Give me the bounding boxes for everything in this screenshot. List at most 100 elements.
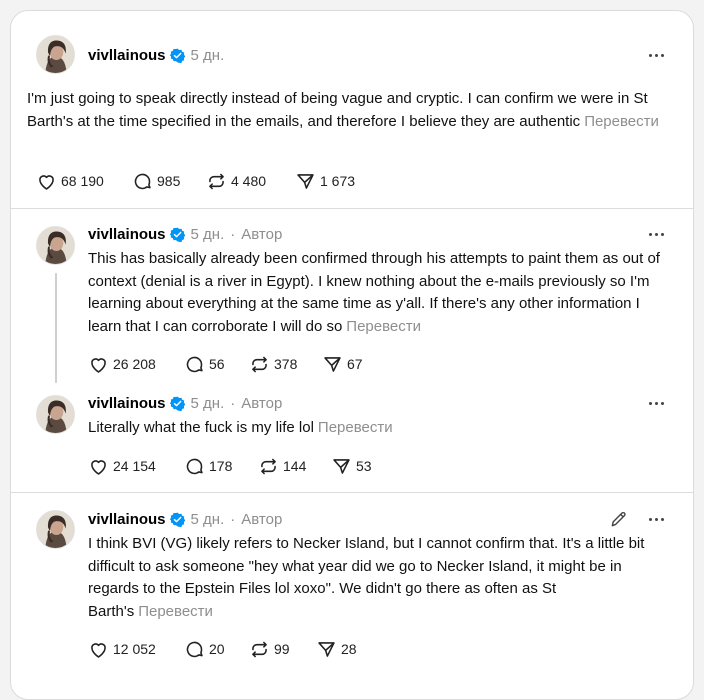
post-time[interactable]: 5 дн.: [191, 395, 225, 412]
post-actions: 68 190 985 4 480 1 673: [36, 170, 636, 192]
verified-badge-icon: [169, 512, 185, 527]
more-options-icon[interactable]: [645, 393, 667, 413]
share-button[interactable]: 67: [322, 354, 363, 375]
repost-button[interactable]: 99: [249, 639, 290, 660]
comment-icon: [134, 173, 151, 189]
like-button[interactable]: 68 190: [36, 171, 104, 192]
divider: [11, 492, 693, 493]
post-header: vivllainous 5 дн.: [88, 45, 224, 65]
separator-dot: ·: [230, 394, 236, 412]
repost-count: 144: [283, 458, 307, 474]
username[interactable]: vivllainous: [88, 395, 166, 412]
share-button[interactable]: 1 673: [295, 171, 355, 192]
edit-pencil-icon[interactable]: [609, 509, 629, 529]
comment-count: 178: [209, 458, 233, 474]
post-time[interactable]: 5 дн.: [191, 47, 225, 64]
repost-button[interactable]: 144: [258, 456, 306, 477]
repost-button[interactable]: 4 480: [206, 171, 266, 192]
avatar-image: [37, 36, 74, 73]
author-label: Автор: [241, 225, 283, 243]
share-icon: [318, 641, 335, 657]
post-text: This has basically already been confirme…: [88, 248, 667, 338]
thread-line: [55, 273, 57, 383]
more-options-icon[interactable]: [645, 224, 667, 244]
avatar[interactable]: [36, 35, 75, 74]
comment-icon: [186, 356, 203, 372]
repost-icon: [209, 173, 224, 189]
post-actions: 26 208 56 378 67: [88, 353, 648, 375]
share-icon: [333, 458, 350, 474]
comment-icon: [186, 641, 203, 657]
like-count: 26 208: [113, 356, 156, 372]
share-count: 28: [341, 641, 357, 657]
heart-icon: [39, 174, 54, 190]
share-button[interactable]: 28: [316, 639, 357, 660]
comment-button[interactable]: 178: [184, 456, 232, 477]
post-body: I'm just going to speak directly instead…: [27, 90, 648, 130]
share-count: 53: [356, 458, 372, 474]
post-text: Literally what the fuck is my life lol Пе…: [88, 417, 667, 440]
share-icon: [324, 356, 341, 372]
verified-badge-icon: [169, 227, 185, 242]
share-count: 1 673: [320, 173, 356, 189]
repost-icon: [252, 641, 267, 657]
like-button[interactable]: 24 154: [88, 456, 156, 477]
comment-button[interactable]: 985: [132, 171, 180, 192]
share-count: 67: [347, 356, 363, 372]
like-button[interactable]: 12 052: [88, 639, 156, 660]
translate-link[interactable]: Перевести: [318, 419, 393, 436]
username[interactable]: vivllainous: [88, 511, 166, 528]
repost-count: 378: [274, 356, 298, 372]
translate-link[interactable]: Перевести: [346, 318, 421, 335]
like-count: 68 190: [61, 173, 104, 189]
thread-card: vivllainous 5 дн. I'm just going to spea…: [10, 10, 694, 700]
avatar[interactable]: [36, 226, 75, 265]
separator-dot: ·: [230, 225, 236, 243]
post-header: vivllainous 5 дн. · Автор: [88, 224, 282, 244]
heart-icon: [91, 642, 106, 658]
like-count: 12 052: [113, 641, 156, 657]
repost-icon: [261, 458, 276, 474]
share-button[interactable]: 53: [331, 456, 372, 477]
avatar-image: [37, 396, 74, 433]
comment-count: 985: [157, 173, 181, 189]
post-actions: 12 052 20 99 28: [88, 638, 648, 660]
avatar-image: [37, 511, 74, 548]
comment-button[interactable]: 56: [184, 354, 225, 375]
username[interactable]: vivllainous: [88, 47, 166, 64]
like-button[interactable]: 26 208: [88, 354, 156, 375]
post-time[interactable]: 5 дн.: [191, 511, 225, 528]
more-options-icon[interactable]: [645, 509, 667, 529]
share-icon: [297, 173, 314, 189]
repost-button[interactable]: 378: [249, 354, 297, 375]
divider: [11, 208, 693, 209]
repost-icon: [252, 356, 267, 372]
heart-icon: [91, 357, 106, 373]
post-body: Literally what the fuck is my life lol: [88, 419, 314, 436]
like-count: 24 154: [113, 458, 156, 474]
author-label: Автор: [241, 510, 283, 528]
repost-count: 4 480: [231, 173, 267, 189]
avatar[interactable]: [36, 395, 75, 434]
post-actions: 24 154 178 144 53: [88, 455, 648, 477]
avatar[interactable]: [36, 510, 75, 549]
comment-count: 20: [209, 641, 225, 657]
post-header: vivllainous 5 дн. · Автор: [88, 393, 282, 413]
author-label: Автор: [241, 394, 283, 412]
comment-button[interactable]: 20: [184, 639, 225, 660]
post-text: I think BVI (VG) likely refers to Necker…: [88, 533, 667, 623]
username[interactable]: vivllainous: [88, 226, 166, 243]
verified-badge-icon: [169, 48, 185, 63]
post-text: I'm just going to speak directly instead…: [27, 88, 659, 133]
heart-icon: [91, 459, 106, 475]
translate-link[interactable]: Перевести: [584, 113, 659, 130]
post-header: vivllainous 5 дн. · Автор: [88, 509, 282, 529]
verified-badge-icon: [169, 396, 185, 411]
comment-count: 56: [209, 356, 225, 372]
more-options-icon[interactable]: [645, 45, 667, 65]
post-time[interactable]: 5 дн.: [191, 226, 225, 243]
comment-icon: [186, 458, 203, 474]
repost-count: 99: [274, 641, 290, 657]
separator-dot: ·: [230, 510, 236, 528]
translate-link[interactable]: Перевести: [138, 603, 213, 620]
